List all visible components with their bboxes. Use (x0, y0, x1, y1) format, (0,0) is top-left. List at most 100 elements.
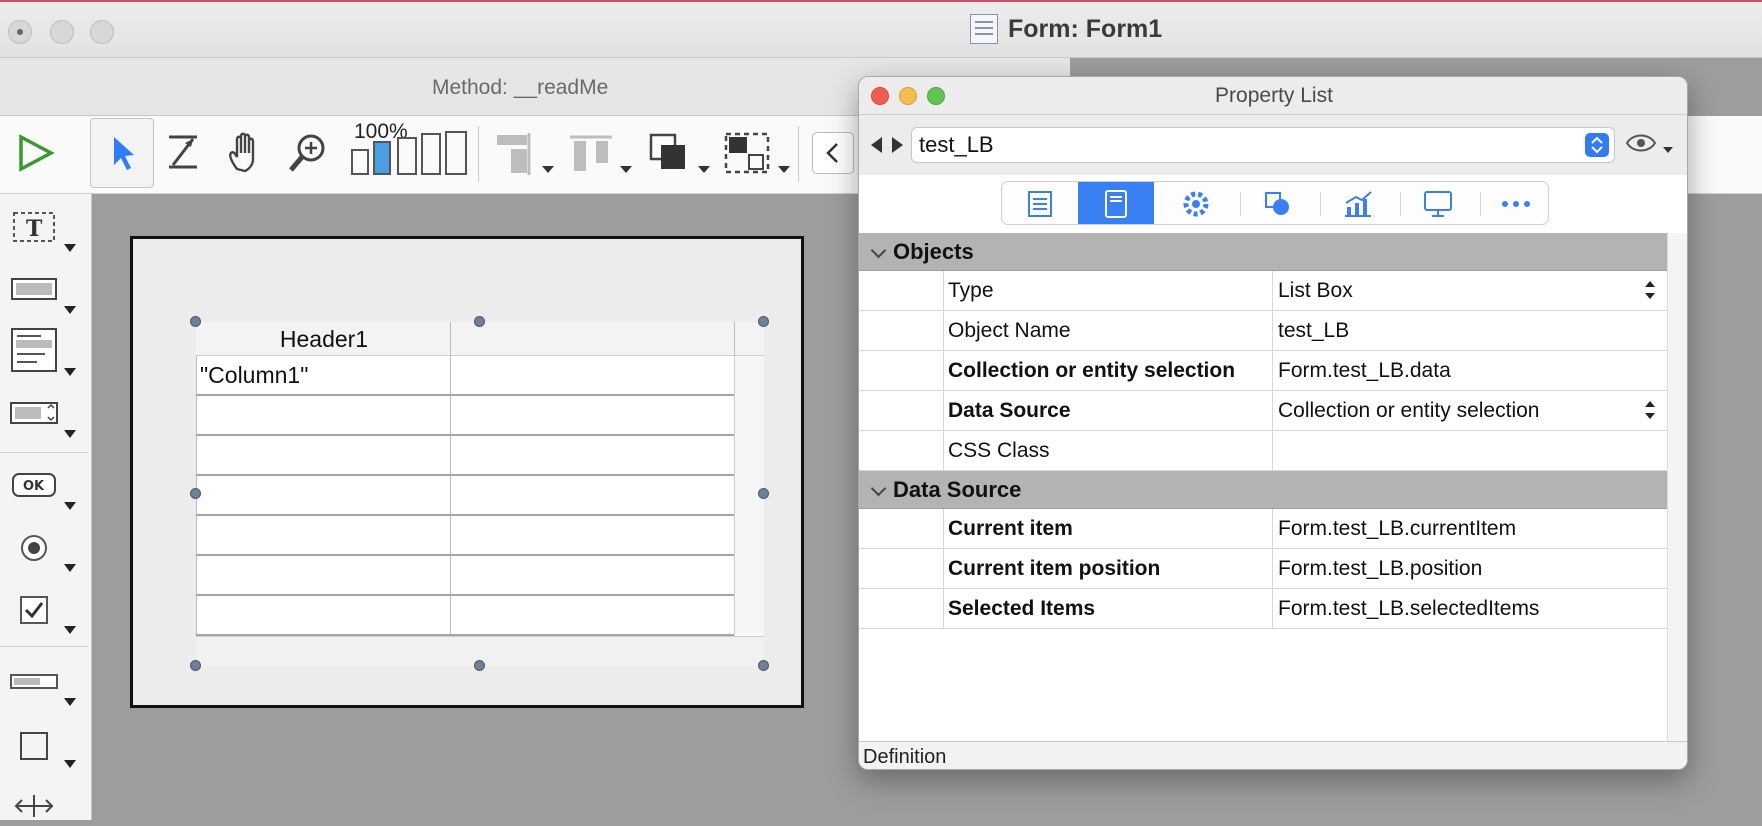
resize-handle-bottom[interactable] (474, 660, 485, 671)
list-box-column1-expression[interactable]: "Column1" (200, 362, 308, 389)
palette-input-tool[interactable] (8, 270, 60, 310)
palette-listbox-dropdown[interactable] (64, 368, 76, 376)
property-list-scrollbar[interactable] (1667, 233, 1687, 741)
property-row-object-name[interactable]: Object Name test_LB (859, 311, 1667, 351)
resize-handle-bottom-right[interactable] (758, 660, 769, 671)
checkbox-icon (20, 596, 48, 624)
resize-handle-top[interactable] (474, 316, 485, 327)
zoom-button[interactable] (90, 20, 114, 44)
list-box-header-1[interactable]: Header1 (196, 322, 452, 356)
property-value[interactable]: List Box (1272, 271, 1667, 311)
minimize-button[interactable] (50, 20, 74, 44)
distribute-button[interactable] (566, 118, 616, 188)
property-row-data-source[interactable]: Data Source Collection or entity selecti… (859, 391, 1667, 431)
prev-next-arrows-icon[interactable] (869, 135, 905, 155)
object-selector[interactable] (911, 127, 1615, 163)
property-value[interactable]: Collection or entity selection (1272, 391, 1667, 431)
palette-checkbox-dropdown[interactable] (64, 626, 76, 634)
palette-button-tool[interactable]: OK (8, 466, 60, 506)
arrange-button[interactable] (644, 118, 694, 188)
tab-settings[interactable] (1158, 182, 1234, 224)
nav-back-button[interactable] (812, 132, 854, 174)
palette-progress-tool[interactable] (8, 662, 60, 702)
hand-icon (229, 132, 255, 173)
property-row-current-item-position[interactable]: Current item position Form.test_LB.posit… (859, 549, 1667, 589)
select-tool-button[interactable] (90, 118, 154, 188)
group-button[interactable] (720, 118, 774, 188)
gear-icon (1183, 191, 1209, 217)
palette-rectangle-tool[interactable] (8, 726, 60, 766)
property-value[interactable]: test_LB (1272, 311, 1667, 351)
distribute-dropdown[interactable] (620, 166, 632, 173)
zoom-tool-button[interactable] (282, 118, 334, 188)
tab-property-list[interactable] (1002, 182, 1078, 224)
tab-form-object[interactable] (1078, 182, 1154, 224)
resize-handle-left[interactable] (190, 488, 201, 499)
rectangle-icon (20, 732, 48, 760)
property-list-titlebar[interactable]: Property List (859, 77, 1687, 115)
resize-handle-right[interactable] (758, 488, 769, 499)
property-value[interactable]: Form.test_LB.currentItem (1272, 509, 1667, 549)
section-data-source[interactable]: Data Source (859, 471, 1667, 509)
palette-input-dropdown[interactable] (64, 306, 76, 314)
property-value[interactable]: Form.test_LB.selectedItems (1272, 589, 1667, 629)
dropdown-chevrons-icon[interactable] (1645, 281, 1655, 301)
property-list-title: Property List (1215, 84, 1333, 107)
close-button[interactable] (8, 20, 32, 44)
form-window-titlebar (0, 0, 1762, 58)
run-button[interactable] (12, 118, 58, 188)
property-value[interactable] (1272, 431, 1667, 471)
palette-checkbox-tool[interactable] (8, 590, 60, 630)
palette-listbox-tool[interactable] (8, 328, 60, 372)
zoom-level-bars[interactable] (350, 128, 470, 176)
resize-handle-top-left[interactable] (190, 316, 201, 327)
palette-text-dropdown[interactable] (64, 244, 76, 252)
resize-handle-bottom-left[interactable] (190, 660, 201, 671)
palette-text-tool[interactable]: T (8, 208, 60, 248)
palette-progress-dropdown[interactable] (64, 698, 76, 706)
hand-tool-button[interactable] (220, 118, 270, 188)
palette-radio-dropdown[interactable] (64, 564, 76, 572)
tab-appearance[interactable] (1240, 182, 1316, 224)
form-title-text: Form: Form1 (1008, 14, 1163, 43)
property-row-selected-items[interactable]: Selected Items Form.test_LB.selectedItem… (859, 589, 1667, 629)
form-document-icon (970, 14, 998, 44)
display-icon (1424, 191, 1452, 217)
section-objects[interactable]: Objects (859, 233, 1667, 271)
entry-order-button[interactable] (160, 118, 206, 188)
property-value[interactable]: Form.test_LB.position (1272, 549, 1667, 589)
form-window-title: Form: Form1 (970, 12, 1162, 46)
property-name: Current item position (943, 549, 1273, 589)
eye-icon[interactable] (1625, 131, 1677, 159)
palette-radio-tool[interactable] (8, 528, 60, 568)
palette-stepper-dropdown[interactable] (64, 430, 76, 438)
property-value[interactable]: Form.test_LB.data (1272, 351, 1667, 391)
tab-more[interactable] (1478, 182, 1548, 224)
align-button[interactable] (490, 118, 540, 188)
object-selector-chevrons-icon (1585, 133, 1609, 157)
arrange-dropdown[interactable] (698, 166, 710, 173)
property-row-current-item[interactable]: Current item Form.test_LB.currentItem (859, 509, 1667, 549)
group-dropdown[interactable] (778, 166, 790, 173)
property-row-type[interactable]: Type List Box (859, 271, 1667, 311)
definition-label: Definition (863, 746, 947, 768)
chevron-down-icon (870, 242, 887, 259)
property-name: Collection or entity selection (943, 351, 1273, 391)
palette-rectangle-dropdown[interactable] (64, 760, 76, 768)
property-name: Current item (943, 509, 1273, 549)
property-row-css-class[interactable]: CSS Class (859, 431, 1667, 471)
resize-handle-top-right[interactable] (758, 316, 769, 327)
dropdown-chevrons-icon[interactable] (1645, 401, 1655, 421)
tab-display[interactable] (1400, 182, 1476, 224)
radio-button-icon (21, 535, 47, 561)
method-window-title[interactable]: Method: __readMe (432, 76, 608, 100)
property-row-collection[interactable]: Collection or entity selection Form.test… (859, 351, 1667, 391)
arrange-icon (649, 133, 685, 169)
text-object-icon: T (13, 212, 55, 242)
align-dropdown[interactable] (542, 166, 554, 173)
palette-button-dropdown[interactable] (64, 502, 76, 510)
palette-stepper-tool[interactable] (8, 394, 60, 434)
tab-charts[interactable] (1320, 182, 1396, 224)
palette-splitter-tool[interactable] (8, 786, 60, 826)
layers-icon (169, 135, 197, 169)
